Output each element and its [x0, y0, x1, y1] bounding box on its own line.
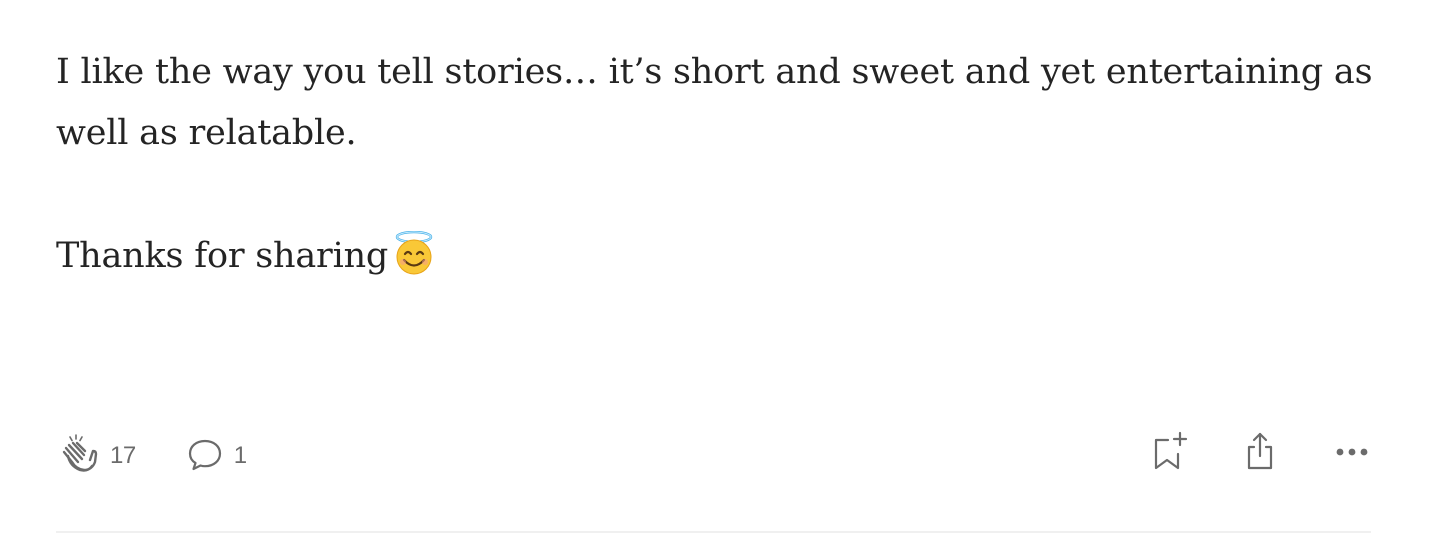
response-paragraph-text: Thanks for sharing [56, 236, 389, 276]
response-paragraph: Thanks for sharing [56, 226, 1376, 295]
reply-count: 1 [233, 442, 247, 469]
clap-button[interactable]: 17 [56, 432, 136, 481]
response-actions-left: 17 1 [56, 432, 247, 480]
speech-bubble-icon [186, 435, 224, 478]
response-actions-right [1148, 430, 1372, 478]
bookmark-add-icon [1148, 430, 1188, 479]
share-button[interactable] [1240, 430, 1280, 478]
more-options-button[interactable] [1332, 430, 1372, 478]
reply-button[interactable]: 1 [186, 435, 247, 478]
bookmark-button[interactable] [1148, 430, 1188, 478]
share-icon [1241, 430, 1279, 479]
response-divider [56, 531, 1371, 533]
response-paragraph: I like the way you tell stories… it’s sh… [56, 52, 1373, 153]
response-body: I like the way you tell stories… it’s sh… [56, 42, 1376, 295]
clap-icon [56, 432, 100, 481]
smiling-face-with-halo-icon [392, 230, 436, 295]
clap-count: 17 [110, 442, 136, 469]
more-dots-icon [1334, 445, 1370, 463]
